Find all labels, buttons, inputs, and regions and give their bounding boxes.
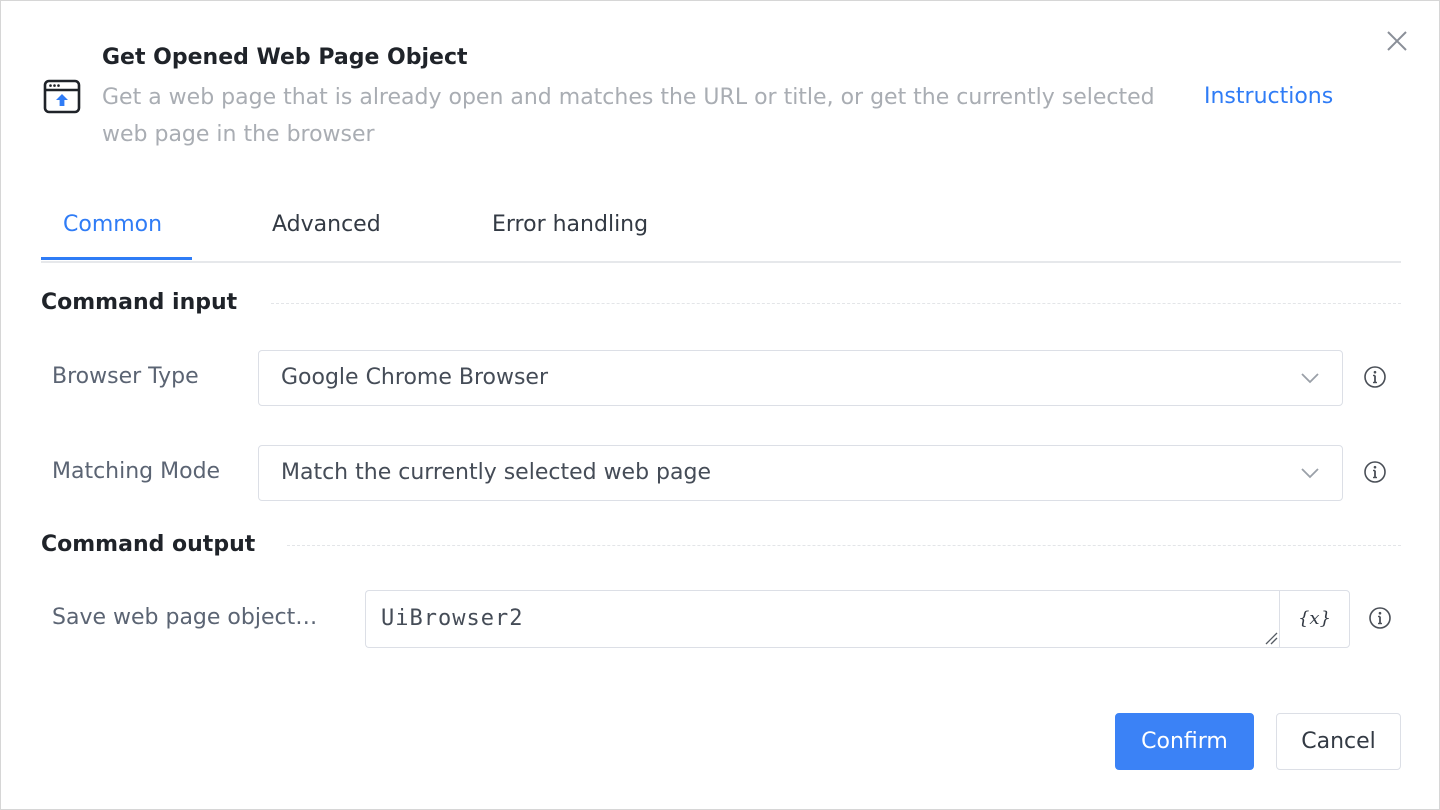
tab-advanced[interactable]: Advanced bbox=[272, 209, 381, 241]
matching-mode-value: Match the currently selected web page bbox=[281, 460, 711, 485]
tab-bar: Common Advanced Error handling bbox=[41, 201, 1401, 263]
save-object-label: Save web page object… bbox=[52, 605, 318, 630]
save-object-value: UiBrowser2 bbox=[381, 606, 524, 631]
close-button[interactable] bbox=[1382, 26, 1412, 56]
insert-variable-button[interactable]: {x} bbox=[1279, 590, 1350, 648]
section-title-command-output: Command output bbox=[41, 532, 256, 557]
section-divider bbox=[271, 303, 1401, 304]
browser-window-upload-icon bbox=[42, 79, 82, 115]
active-tab-indicator bbox=[41, 257, 192, 260]
section-title-command-input: Command input bbox=[41, 290, 238, 315]
dialog: Get Opened Web Page Object Get a web pag… bbox=[0, 0, 1440, 810]
close-icon bbox=[1387, 31, 1407, 51]
browser-type-value: Google Chrome Browser bbox=[281, 365, 549, 390]
confirm-button[interactable]: Confirm bbox=[1115, 713, 1254, 770]
dialog-title: Get Opened Web Page Object bbox=[102, 45, 468, 70]
section-divider bbox=[287, 545, 1401, 546]
chevron-down-icon bbox=[1301, 373, 1319, 384]
dialog-description: Get a web page that is already open and … bbox=[102, 85, 1155, 147]
tab-common[interactable]: Common bbox=[63, 209, 162, 241]
matching-mode-label: Matching Mode bbox=[52, 459, 221, 484]
browser-type-label: Browser Type bbox=[52, 364, 199, 389]
info-icon[interactable] bbox=[1363, 365, 1387, 389]
tab-error-handling[interactable]: Error handling bbox=[492, 209, 648, 241]
info-icon[interactable] bbox=[1363, 460, 1387, 484]
matching-mode-select[interactable]: Match the currently selected web page bbox=[258, 445, 1343, 501]
cancel-button[interactable]: Cancel bbox=[1276, 713, 1401, 770]
chevron-down-icon bbox=[1301, 468, 1319, 479]
instructions-link[interactable]: Instructions bbox=[1204, 81, 1333, 113]
save-object-input[interactable]: UiBrowser2 bbox=[365, 590, 1280, 648]
browser-type-select[interactable]: Google Chrome Browser bbox=[258, 350, 1343, 406]
resize-handle-icon[interactable] bbox=[1264, 631, 1278, 645]
info-icon[interactable] bbox=[1368, 606, 1392, 630]
